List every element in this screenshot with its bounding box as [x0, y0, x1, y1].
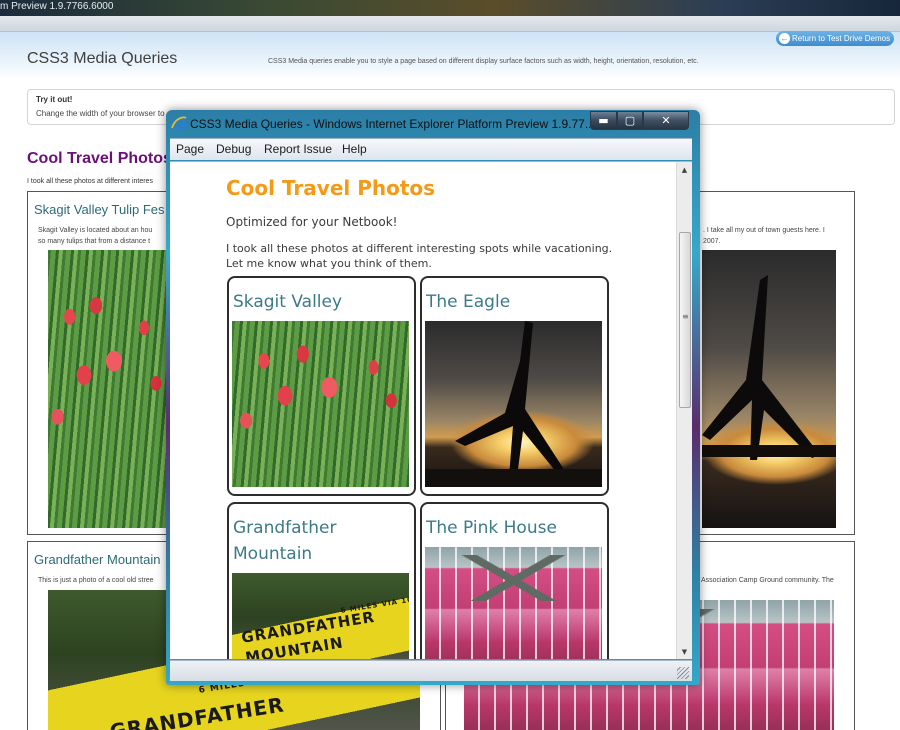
grandfather-mountain-sign-photo: 6 MILES VIA 105 GRANDFATHER MOUNTAIN	[232, 573, 409, 659]
menu-report-issue[interactable]: Report Issue	[264, 142, 332, 156]
maximize-button[interactable]: ▢	[617, 111, 643, 130]
netbook-page-title: Cool Travel Photos	[226, 176, 436, 200]
photo-card-title: The Eagle	[426, 292, 511, 312]
back-arrow-icon: ←	[779, 33, 790, 44]
try-it-text: Change the width of your browser to	[36, 109, 165, 118]
grip-lines-icon: ≡	[682, 312, 689, 321]
page-description: CSS3 Media queries enable you to style a…	[268, 58, 699, 65]
photo-card-the-eagle[interactable]: The Eagle	[420, 276, 609, 496]
photo-card-skagit-valley[interactable]: Skagit Valley	[227, 276, 416, 496]
pink-house-photo	[425, 547, 602, 659]
photo-card-grandfather-mountain[interactable]: Grandfather Mountain 6 MILES VIA 105 GRA…	[227, 502, 416, 659]
background-intro-text: I took all these photos at different int…	[27, 178, 153, 185]
ie-menubar: Page Debug Report Issue Help	[170, 138, 692, 160]
scrollbar-thumb[interactable]: ≡	[679, 232, 691, 408]
background-card-text: This is just a photo of a cool old stree	[38, 577, 154, 584]
house-roof	[442, 555, 585, 602]
resize-grip-icon[interactable]	[677, 667, 689, 679]
background-card-text: Skagit Valley is located about an hou so…	[38, 227, 153, 245]
background-card-title: Grandfather Mountain	[34, 552, 161, 567]
background-toolbar-strip	[0, 16, 900, 32]
netbook-page-intro: I took all these photos at different int…	[226, 242, 613, 270]
background-window-title: m Preview 1.9.7766.6000	[0, 1, 114, 12]
internet-explorer-icon	[171, 116, 187, 131]
background-cool-travel-title: Cool Travel Photos	[27, 150, 172, 167]
photo-card-title: Skagit Valley	[233, 292, 343, 312]
background-card-text-right: Association Camp Ground community. The	[701, 577, 834, 584]
eagle-sculpture-silhouette	[425, 321, 602, 487]
photo-card-title: Grandfather Mountain	[233, 518, 337, 564]
photo-card-title: The Pink House	[426, 518, 557, 538]
ie-titlebar[interactable]: CSS3 Media Queries - Windows Internet Ex…	[166, 110, 700, 136]
close-button[interactable]: ✕	[643, 111, 689, 130]
ie-window-title: CSS3 Media Queries - Windows Internet Ex…	[190, 117, 590, 131]
eagle-sculpture-photo	[702, 250, 836, 528]
sign-text-line: GRANDFATHER	[108, 692, 286, 730]
ie-browser-window[interactable]: CSS3 Media Queries - Windows Internet Ex…	[166, 110, 700, 685]
menu-page[interactable]: Page	[176, 142, 204, 156]
scroll-down-arrow-icon[interactable]: ▼	[677, 644, 692, 659]
eagle-sculpture-silhouette	[702, 275, 836, 460]
ie-page-viewport[interactable]: Cool Travel Photos Optimized for your Ne…	[170, 161, 692, 659]
page-title: CSS3 Media Queries	[27, 50, 178, 67]
eagle-sculpture-photo	[425, 321, 602, 487]
ie-status-bar	[170, 660, 692, 681]
vertical-scrollbar[interactable]: ▲ ≡ ▼	[676, 162, 692, 659]
scroll-up-arrow-icon[interactable]: ▲	[677, 162, 692, 178]
menu-debug[interactable]: Debug	[216, 142, 251, 156]
tulip-photo	[232, 321, 409, 487]
background-card-text-right: . I take all my out of town guests here.…	[703, 227, 825, 245]
photo-card-the-pink-house[interactable]: The Pink House	[420, 502, 609, 659]
background-window-titlebar: m Preview 1.9.7766.6000	[0, 0, 900, 16]
background-card-title: Skagit Valley Tulip Fes	[34, 202, 165, 217]
return-to-demos-button[interactable]: ← Return to Test Drive Demos	[776, 31, 894, 46]
return-to-demos-label: Return to Test Drive Demos	[792, 34, 891, 43]
tulip-photo	[48, 250, 168, 528]
try-it-title: Try it out!	[36, 95, 73, 104]
minimize-button[interactable]: ▬	[590, 111, 617, 130]
netbook-page-subtitle: Optimized for your Netbook!	[226, 215, 398, 229]
menu-help[interactable]: Help	[342, 142, 367, 156]
